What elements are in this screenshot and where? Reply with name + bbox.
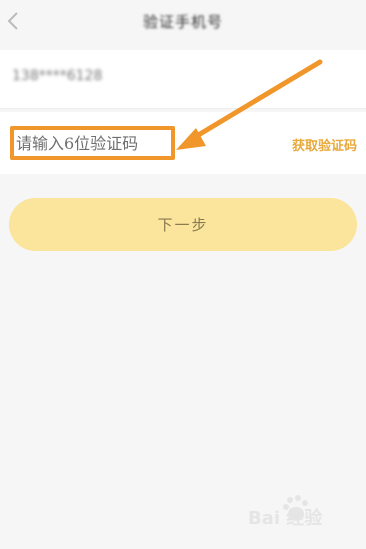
get-verification-code-button[interactable]: 获取验证码 <box>292 135 357 154</box>
next-step-button[interactable]: 下一步 <box>9 198 357 251</box>
baidu-watermark-logo: Bai 经验 <box>248 494 348 534</box>
phone-number-value: 138****6128 <box>12 68 103 84</box>
watermark-text: Bai 经验 <box>248 508 323 529</box>
verification-code-row: 获取验证码 <box>0 112 366 174</box>
verification-code-input[interactable] <box>10 126 175 160</box>
page-title: 验证手机号 <box>142 13 223 31</box>
phone-number-row: 138****6128 <box>0 50 366 109</box>
header-bar: 验证手机号 <box>0 0 366 44</box>
